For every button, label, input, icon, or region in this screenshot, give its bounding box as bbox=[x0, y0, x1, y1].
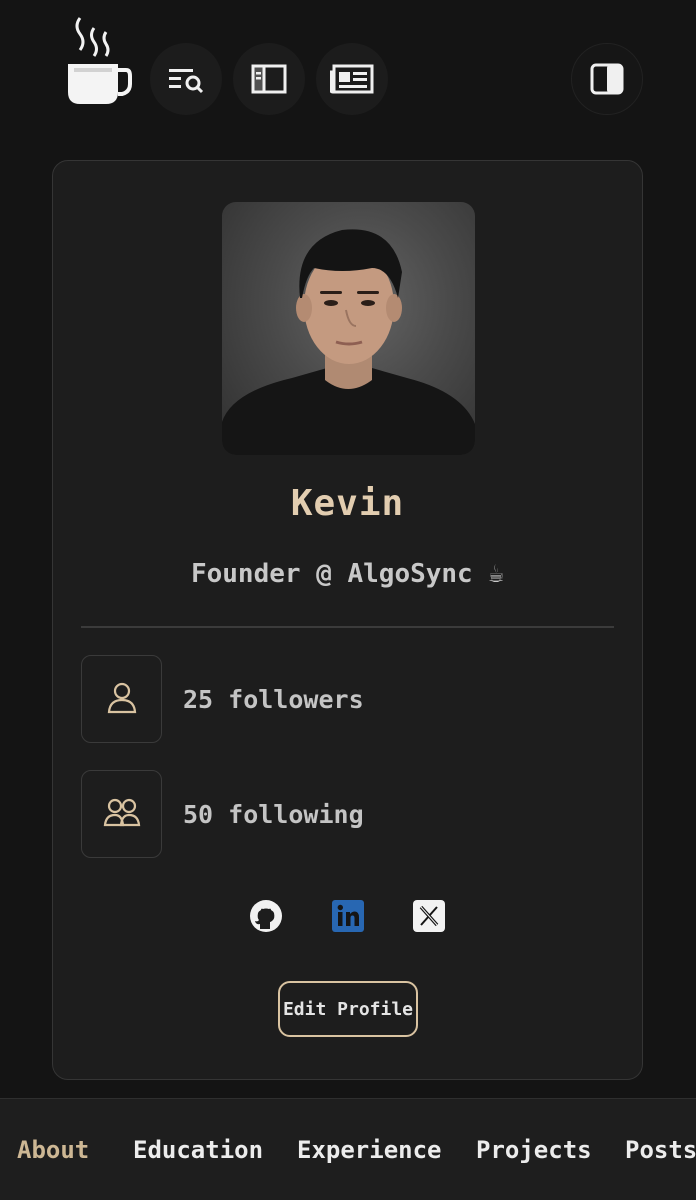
tab-about[interactable]: About bbox=[17, 1136, 89, 1164]
linkedin-link[interactable] bbox=[331, 900, 365, 936]
following-count[interactable]: 50 following bbox=[183, 800, 364, 829]
x-link[interactable] bbox=[412, 900, 446, 936]
coffee-cup-logo-icon[interactable] bbox=[66, 14, 132, 110]
sidebar-icon bbox=[251, 64, 287, 94]
tab-education[interactable]: Education bbox=[133, 1136, 263, 1164]
list-search-icon bbox=[167, 64, 205, 94]
followers-count[interactable]: 25 followers bbox=[183, 685, 364, 714]
users-icon bbox=[103, 797, 141, 831]
tab-experience[interactable]: Experience bbox=[297, 1136, 442, 1164]
divider bbox=[81, 626, 614, 628]
edit-profile-button[interactable]: Edit Profile bbox=[278, 981, 418, 1037]
user-icon bbox=[104, 679, 140, 719]
github-link[interactable] bbox=[249, 899, 283, 937]
avatar bbox=[222, 202, 475, 455]
linkedin-icon bbox=[332, 900, 364, 936]
profile-tagline: Founder @ AlgoSync ☕ bbox=[190, 559, 505, 589]
theme-toggle-button[interactable] bbox=[571, 43, 643, 115]
contrast-icon bbox=[590, 63, 624, 95]
section-tabs: About Education Experience Projects Post… bbox=[0, 1098, 696, 1200]
tab-posts[interactable]: Posts bbox=[625, 1136, 696, 1164]
search-list-button[interactable] bbox=[150, 43, 222, 115]
profile-card: Kevin Founder @ AlgoSync ☕ 25 followers … bbox=[52, 160, 643, 1080]
x-icon bbox=[413, 900, 445, 936]
tab-projects[interactable]: Projects bbox=[476, 1136, 592, 1164]
profile-name: Kevin bbox=[290, 483, 405, 524]
newspaper-icon bbox=[330, 64, 374, 94]
newspaper-button[interactable] bbox=[316, 43, 388, 115]
sidebar-button[interactable] bbox=[233, 43, 305, 115]
followers-icon-box bbox=[81, 655, 162, 743]
following-icon-box bbox=[81, 770, 162, 858]
github-icon bbox=[249, 899, 283, 937]
